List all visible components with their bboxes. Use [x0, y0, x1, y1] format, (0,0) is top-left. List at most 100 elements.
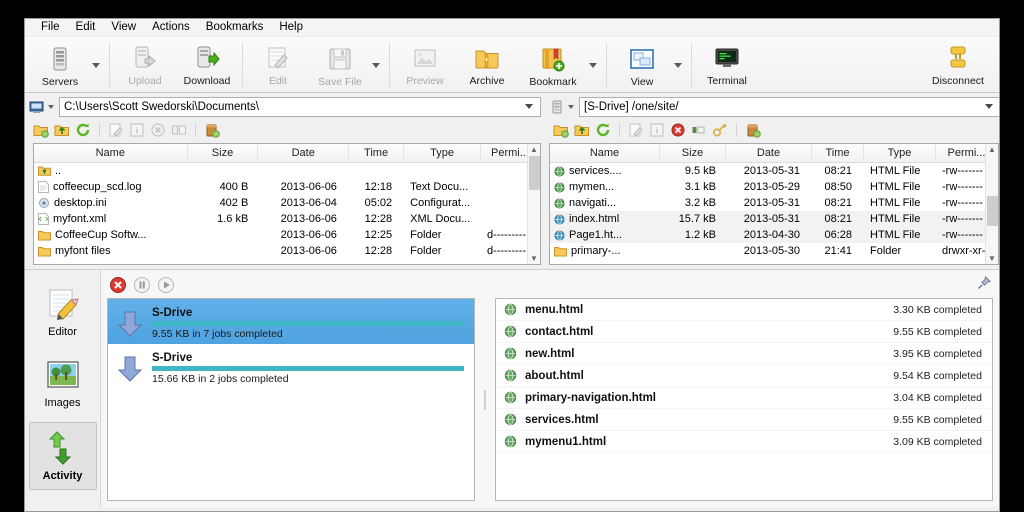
refresh-icon[interactable]	[595, 122, 611, 138]
trash-icon[interactable]	[204, 122, 220, 138]
properties-icon[interactable]: i	[129, 122, 145, 138]
servers-button[interactable]: Servers	[29, 40, 91, 92]
table-row[interactable]: myfont files 2013-06-06 12:28 Folder d--…	[34, 243, 540, 259]
scrollbar-thumb[interactable]	[529, 156, 540, 190]
table-row[interactable]: ..	[34, 163, 540, 179]
column-header-time[interactable]: Time	[349, 144, 404, 162]
list-item[interactable]: primary-navigation.html 3.04 KB complete…	[496, 387, 992, 409]
scroll-down-icon[interactable]: ▼	[988, 253, 996, 264]
delete-icon[interactable]	[150, 122, 166, 138]
view-dropdown-caret[interactable]	[674, 63, 682, 68]
upload-button[interactable]: Upload	[114, 39, 176, 91]
chevron-down-icon[interactable]	[985, 104, 993, 109]
delete-red-icon[interactable]	[670, 122, 686, 138]
scroll-down-icon[interactable]: ▼	[530, 253, 538, 264]
servers-dropdown-caret[interactable]	[92, 63, 100, 68]
disconnect-button[interactable]: Disconnect	[923, 39, 993, 91]
trash-icon[interactable]	[745, 122, 761, 138]
list-item[interactable]: menu.html 3.30 KB completed	[496, 299, 992, 321]
remote-file-list[interactable]: Name Size Date Time Type Permi... servic…	[549, 143, 999, 265]
chmod-icon[interactable]	[691, 122, 707, 138]
list-item[interactable]: about.html 9.54 KB completed	[496, 365, 992, 387]
file-date: 2013-06-06	[258, 213, 349, 225]
column-header-size[interactable]: Size	[660, 144, 726, 162]
local-list-scrollbar[interactable]: ▲ ▼	[527, 144, 540, 264]
list-item[interactable]: services.html 9.55 KB completed	[496, 409, 992, 431]
table-row[interactable]: index.html 15.7 kB 2013-05-31 08:21 HTML…	[550, 211, 998, 227]
key-icon[interactable]	[712, 122, 728, 138]
scroll-up-icon[interactable]: ▲	[988, 144, 996, 155]
list-item[interactable]: S-Drive 9.55 KB in 7 jobs completed	[108, 299, 474, 344]
bookmark-button[interactable]: Bookmark	[518, 40, 588, 92]
properties-icon[interactable]: i	[649, 122, 665, 138]
compare-icon[interactable]	[171, 122, 187, 138]
table-row[interactable]: navigati... 3.2 kB 2013-05-31 08:21 HTML…	[550, 195, 998, 211]
local-drive-icon[interactable]	[29, 100, 45, 114]
local-path-combobox[interactable]: C:\Users\Scott Swedorski\Documents\	[59, 97, 541, 117]
menu-item-file[interactable]: File	[33, 20, 68, 35]
column-header-date[interactable]: Date	[258, 144, 349, 162]
menu-item-help[interactable]: Help	[271, 20, 311, 35]
completed-files-list[interactable]: menu.html 3.30 KB completed contact.html…	[495, 298, 993, 501]
menu-item-view[interactable]: View	[103, 20, 144, 35]
upload-arrow-icon[interactable]	[574, 122, 590, 138]
archive-button[interactable]: Archive	[456, 39, 518, 91]
scroll-up-icon[interactable]: ▲	[530, 144, 538, 155]
pin-icon[interactable]	[977, 276, 991, 290]
menu-item-actions[interactable]: Actions	[144, 20, 198, 35]
play-button[interactable]	[157, 276, 175, 294]
table-row[interactable]: services.... 9.5 kB 2013-05-31 08:21 HTM…	[550, 163, 998, 179]
table-row[interactable]: CoffeeCup Softw... 2013-06-06 12:25 Fold…	[34, 227, 540, 243]
sidebar-item-images[interactable]: Images	[29, 350, 97, 418]
table-row[interactable]: desktop.ini 402 B 2013-06-04 05:02 Confi…	[34, 195, 540, 211]
column-header-type[interactable]: Type	[864, 144, 936, 162]
column-header-type[interactable]: Type	[404, 144, 481, 162]
column-header-time[interactable]: Time	[812, 144, 864, 162]
column-header-name[interactable]: Name	[550, 144, 660, 162]
table-row[interactable]: Page1.ht... 1.2 kB 2013-04-30 06:28 HTML…	[550, 227, 998, 243]
upload-arrow-icon[interactable]	[54, 122, 70, 138]
chevron-down-icon[interactable]	[525, 104, 533, 109]
edit-button[interactable]: Edit	[247, 39, 309, 91]
remote-server-icon[interactable]	[549, 100, 565, 114]
menu-item-bookmarks[interactable]: Bookmarks	[198, 20, 272, 35]
new-folder-icon[interactable]	[33, 122, 49, 138]
transfer-queue-list[interactable]: S-Drive 9.55 KB in 7 jobs completed	[107, 298, 475, 501]
refresh-icon[interactable]	[75, 122, 91, 138]
column-header-date[interactable]: Date	[726, 144, 812, 162]
table-row[interactable]: primary-... 2013-05-30 21:41 Folder drwx…	[550, 243, 998, 259]
sidebar-item-editor[interactable]: Editor	[29, 278, 97, 346]
bookmark-dropdown-caret[interactable]	[589, 63, 597, 68]
download-button[interactable]: Download	[176, 39, 238, 91]
local-drive-caret[interactable]	[48, 105, 54, 109]
table-row[interactable]: coffeecup_scd.log 400 B 2013-06-06 12:18…	[34, 179, 540, 195]
activity-splitter[interactable]	[481, 298, 489, 501]
new-folder-icon[interactable]	[553, 122, 569, 138]
remote-server-caret[interactable]	[568, 105, 574, 109]
preview-button[interactable]: Preview	[394, 39, 456, 91]
rename-icon[interactable]	[108, 122, 124, 138]
terminal-button[interactable]: Terminal	[696, 39, 758, 91]
table-row[interactable]: myfont.xml 1.6 kB 2013-06-06 12:28 XML D…	[34, 211, 540, 227]
pause-button[interactable]	[133, 276, 151, 294]
local-file-list[interactable]: Name Size Date Time Type Permi... ..	[33, 143, 541, 265]
save-file-button[interactable]: Save File	[309, 40, 371, 92]
table-row[interactable]: mymen... 3.1 kB 2013-05-29 08:50 HTML Fi…	[550, 179, 998, 195]
stop-button[interactable]	[109, 276, 127, 294]
list-item[interactable]: S-Drive 15.66 KB in 2 jobs completed	[108, 344, 474, 389]
remote-path-combobox[interactable]: [S-Drive] /one/site/	[579, 97, 1000, 117]
file-browser-panes: C:\Users\Scott Swedorski\Documents\	[25, 93, 999, 269]
column-header-size[interactable]: Size	[188, 144, 259, 162]
sidebar-item-activity[interactable]: Activity	[29, 422, 97, 490]
save-file-dropdown-caret[interactable]	[372, 63, 380, 68]
rename-icon[interactable]	[628, 122, 644, 138]
list-item[interactable]: contact.html 9.55 KB completed	[496, 321, 992, 343]
scrollbar-thumb[interactable]	[987, 196, 998, 226]
menu-item-edit[interactable]: Edit	[68, 20, 104, 35]
list-item[interactable]: new.html 3.95 KB completed	[496, 343, 992, 365]
view-button[interactable]: View	[611, 40, 673, 92]
list-item[interactable]: mymenu1.html 3.09 KB completed	[496, 431, 992, 453]
column-header-name[interactable]: Name	[34, 144, 188, 162]
remote-list-scrollbar[interactable]: ▲ ▼	[985, 144, 998, 264]
completed-file-size: 3.30 KB completed	[893, 304, 982, 316]
